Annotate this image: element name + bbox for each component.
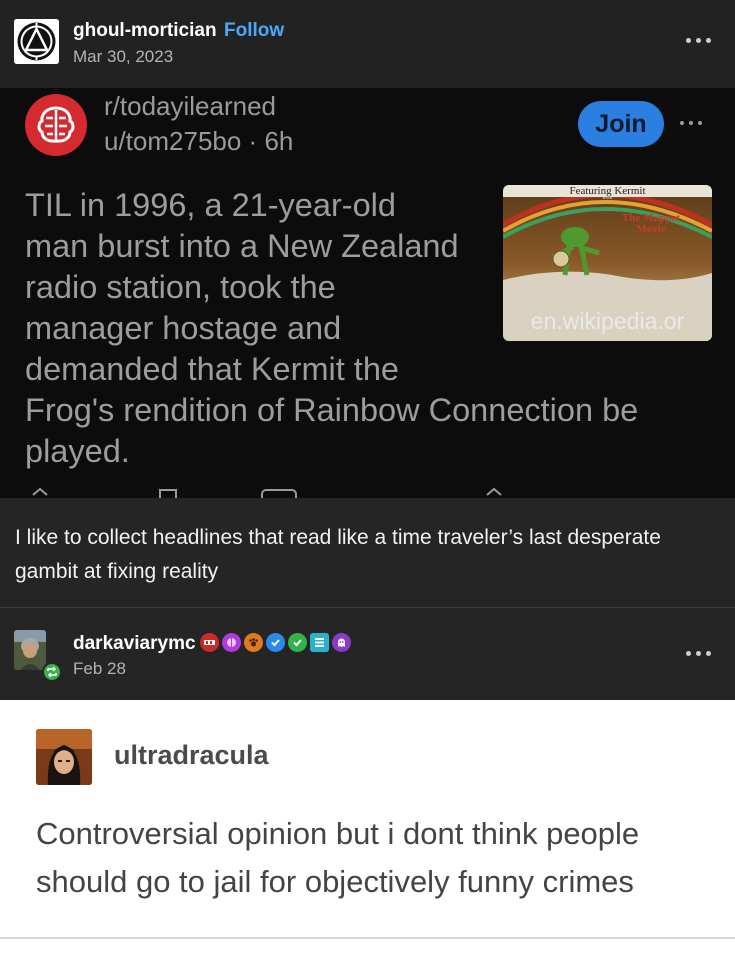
join-button: Join: [578, 101, 664, 147]
bottom-spacer: [0, 939, 735, 954]
more-dots-icon[interactable]: [684, 641, 714, 665]
reblogger-avatar[interactable]: [14, 630, 46, 670]
reblog-date[interactable]: Feb 28: [73, 659, 126, 679]
triangle-circle-logo-icon: [14, 19, 59, 64]
follow-button[interactable]: Follow: [224, 20, 284, 42]
thumbnail-movie-title: The Muppet Movie: [621, 212, 681, 235]
reddit-action-bar: [0, 486, 735, 498]
post-username[interactable]: ghoul-mortician: [73, 20, 217, 42]
brain-badge-icon[interactable]: [222, 632, 241, 652]
blog-avatar[interactable]: [14, 19, 59, 64]
quoted-username[interactable]: ultradracula: [114, 740, 269, 771]
thumbnail-from-text: from: [602, 196, 613, 201]
blue-check-badge-icon[interactable]: [266, 632, 285, 652]
badge-row: [200, 632, 351, 652]
quoted-user-avatar[interactable]: [36, 729, 92, 785]
stack-badge-icon[interactable]: [310, 632, 329, 652]
reddit-more-icon: [678, 116, 708, 130]
post-date[interactable]: Mar 30, 2023: [73, 47, 173, 67]
reblog-header: darkaviarymc Feb 28: [0, 608, 735, 700]
reddit-time: 6h: [264, 126, 294, 156]
reblog-icon: [42, 662, 62, 682]
link-thumbnail: Featuring Kermit from The Muppet Movie e…: [503, 185, 712, 341]
caption-text: I like to collect headlines that read li…: [15, 526, 661, 583]
quoted-post: ultradracula Controversial opinion but i…: [0, 700, 735, 938]
fire-badge-icon[interactable]: [200, 632, 219, 652]
reddit-screenshot: r/todayilearned u/tom275bo · 6h Join TIL…: [0, 88, 735, 498]
subreddit-name: r/todayilearned: [104, 91, 276, 121]
reblogger-username[interactable]: darkaviarymc: [73, 633, 196, 655]
green-check-badge-icon[interactable]: [288, 632, 307, 652]
paw-badge-icon[interactable]: [244, 632, 263, 652]
subreddit-brain-icon: [25, 94, 87, 156]
post-header: ghoul-mortician Follow Mar 30, 2023: [0, 0, 735, 88]
ghost-badge-icon[interactable]: [332, 632, 351, 652]
more-dots-icon[interactable]: [684, 28, 714, 52]
reddit-user: u/tom275bo: [104, 126, 242, 156]
quoted-post-text: Controversial opinion but i dont think p…: [36, 816, 640, 899]
reddit-user-line: u/tom275bo · 6h: [104, 126, 294, 156]
thumbnail-link: en.wikipedia.or: [530, 308, 685, 334]
post-caption: I like to collect headlines that read li…: [0, 498, 735, 608]
